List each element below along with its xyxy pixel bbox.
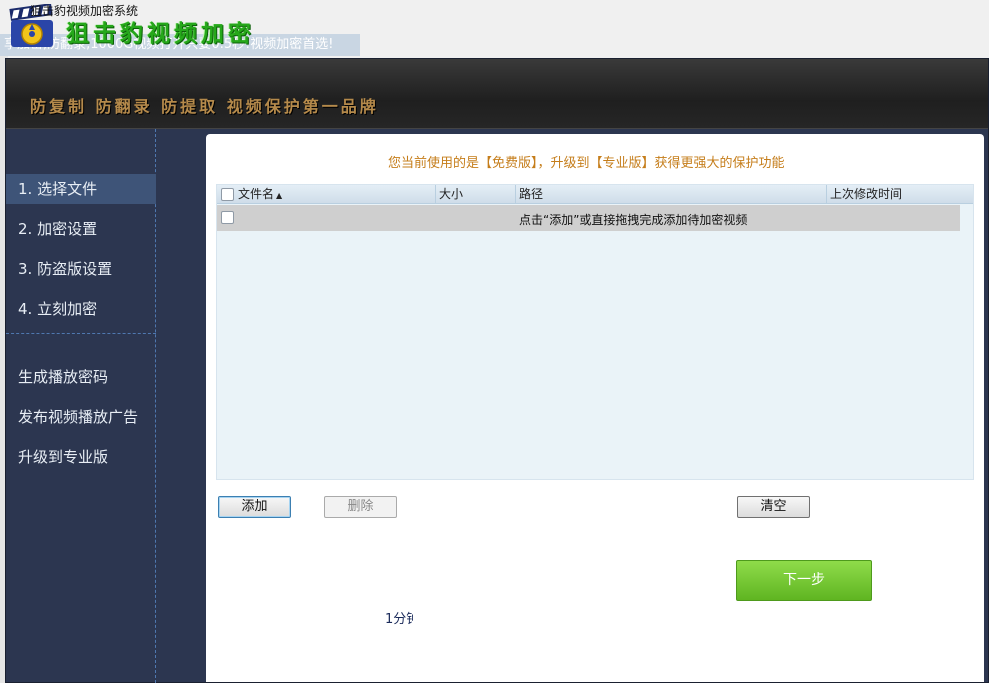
row-checkbox[interactable] (221, 211, 234, 224)
file-list[interactable]: 文件名 ▲ 大小 路径 上次修改时间 点击“添加”或直接拖拽完成添加待加密视频 (216, 184, 974, 480)
add-hint-text: 点击“添加”或直接拖拽完成添加待加密视频 (519, 213, 748, 227)
app-window: 防复制 防翻录 防提取 视频保护第一品牌 1. 选择文件 2. 加密设置 3. … (5, 58, 989, 683)
brand-title: 狙击豹视频加密 (66, 21, 255, 47)
header-bar: 防复制 防翻录 防提取 视频保护第一品牌 (6, 59, 988, 129)
sidebar-link-play-password[interactable]: 生成播放密码 (6, 362, 156, 392)
select-all-checkbox[interactable] (221, 188, 234, 201)
sort-asc-icon: ▲ (276, 191, 283, 200)
sidebar-step-select-file[interactable]: 1. 选择文件 (6, 174, 156, 204)
column-modified[interactable]: 上次修改时间 (827, 185, 973, 204)
time-estimate: 1分钟 (385, 612, 413, 627)
sidebar-link-upgrade[interactable]: 升级到专业版 (6, 442, 156, 472)
table-row: 点击“添加”或直接拖拽完成添加待加密视频 (217, 205, 960, 231)
file-list-header: 文件名 ▲ 大小 路径 上次修改时间 (217, 185, 973, 204)
upgrade-notice: 您当前使用的是【免费版】，升级到【专业版】获得更强大的保护功能 (388, 156, 785, 171)
sidebar-link-publish-ad[interactable]: 发布视频播放广告 (6, 402, 156, 432)
sidebar-step-anti-piracy[interactable]: 3. 防盗版设置 (6, 254, 156, 284)
sidebar-step-encrypt-now[interactable]: 4. 立刻加密 (6, 294, 156, 324)
sidebar: 1. 选择文件 2. 加密设置 3. 防盗版设置 4. 立刻加密 生成播放密码 … (6, 129, 156, 683)
header-slogan: 防复制 防翻录 防提取 视频保护第一品牌 (30, 97, 379, 116)
clear-button[interactable]: 清空 (737, 496, 810, 518)
column-filename[interactable]: 文件名 ▲ (235, 185, 436, 204)
delete-button[interactable]: 删除 (324, 496, 397, 518)
column-path[interactable]: 路径 (516, 185, 827, 204)
sidebar-step-encrypt-settings[interactable]: 2. 加密设置 (6, 214, 156, 244)
sidebar-divider (6, 333, 156, 334)
next-step-button[interactable]: 下一步 (736, 560, 872, 601)
add-button[interactable]: 添加 (218, 496, 291, 518)
main-panel: 您当前使用的是【免费版】，升级到【专业版】获得更强大的保护功能 文件名 ▲ 大小 … (206, 134, 984, 682)
column-size[interactable]: 大小 (436, 185, 516, 204)
